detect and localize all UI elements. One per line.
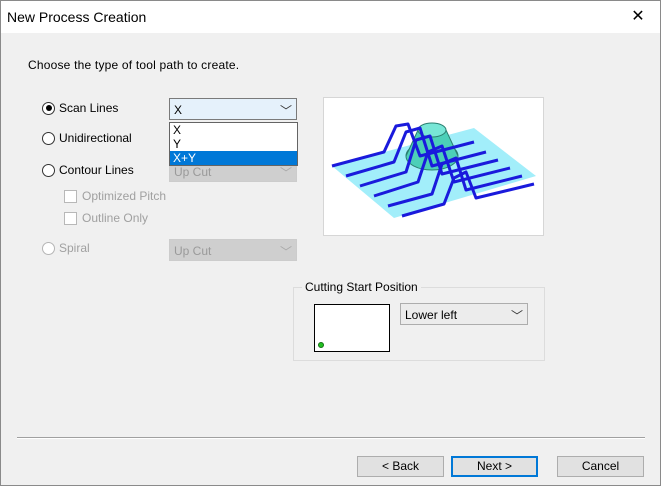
dropdown-option-x[interactable]: X: [170, 123, 297, 137]
cutting-start-preview: [314, 304, 390, 352]
close-icon[interactable]: ✕: [624, 6, 652, 28]
cutting-start-value: Lower left: [405, 308, 458, 322]
optimized-pitch-option[interactable]: Optimized Pitch: [64, 189, 166, 203]
spiral-radio[interactable]: [42, 241, 55, 255]
optimized-pitch-label: Optimized Pitch: [82, 189, 167, 203]
chevron-down-icon: ﹀: [279, 245, 292, 259]
dropdown-option-y[interactable]: Y: [170, 137, 297, 151]
contour-lines-radio[interactable]: [42, 163, 55, 177]
outline-only-checkbox[interactable]: [64, 211, 77, 225]
outline-only-option[interactable]: Outline Only: [64, 211, 148, 225]
chevron-down-icon: ﹀: [279, 104, 292, 118]
back-button[interactable]: < Back: [357, 456, 444, 477]
title-bar: New Process Creation ✕: [1, 1, 660, 33]
footer-separator: [17, 437, 645, 439]
contour-lines-option[interactable]: Contour Lines: [42, 163, 134, 177]
dialog-window: New Process Creation ✕ Choose the type o…: [0, 0, 661, 486]
window-title: New Process Creation: [7, 9, 147, 25]
scan-direction-dropdown: X Y X+Y: [169, 122, 298, 166]
instruction-text: Choose the type of tool path to create.: [28, 58, 240, 72]
scan-lines-label: Scan Lines: [59, 101, 119, 115]
next-button[interactable]: Next >: [451, 456, 538, 477]
scan-lines-radio[interactable]: [42, 101, 55, 115]
unidirectional-label: Unidirectional: [59, 131, 132, 145]
start-point-marker: [318, 342, 324, 348]
contour-cut-value: Up Cut: [174, 165, 212, 179]
cutting-start-title: Cutting Start Position: [302, 280, 421, 294]
cutting-start-select[interactable]: Lower left ﹀: [400, 303, 528, 325]
scan-lines-option[interactable]: Scan Lines: [42, 101, 118, 115]
scan-direction-value: X: [174, 103, 183, 117]
unidirectional-option[interactable]: Unidirectional: [42, 131, 132, 145]
contour-lines-label: Contour Lines: [59, 163, 134, 177]
spiral-cut-value: Up Cut: [174, 244, 212, 258]
scan-lines-preview-graphic: [331, 122, 536, 218]
chevron-down-icon: ﹀: [510, 309, 523, 323]
spiral-option[interactable]: Spiral: [42, 241, 90, 255]
outline-only-label: Outline Only: [82, 211, 149, 225]
chevron-down-icon: ﹀: [279, 166, 292, 180]
spiral-label: Spiral: [59, 241, 90, 255]
scan-direction-select[interactable]: X ﹀: [169, 98, 297, 120]
optimized-pitch-checkbox[interactable]: [64, 189, 77, 203]
unidirectional-radio[interactable]: [42, 131, 55, 145]
spiral-cut-select[interactable]: Up Cut ﹀: [169, 239, 297, 261]
toolpath-preview-image: [323, 97, 544, 236]
dropdown-option-x-plus-y[interactable]: X+Y: [170, 151, 297, 165]
cancel-button[interactable]: Cancel: [557, 456, 644, 477]
